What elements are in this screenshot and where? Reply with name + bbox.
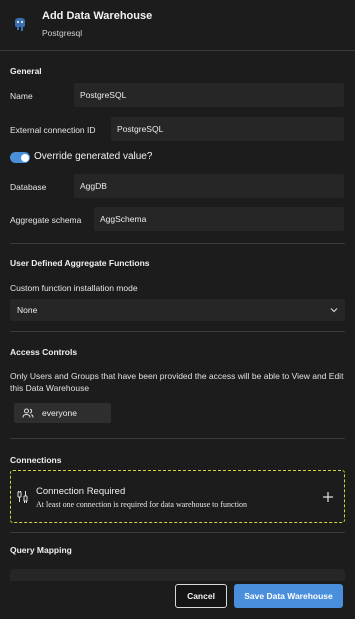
- toggle-knob: [20, 153, 29, 162]
- override-toggle[interactable]: [10, 152, 30, 163]
- external-connection-id-input[interactable]: PostgreSQL: [111, 117, 344, 141]
- connection-required-subtitle: At least one connection is required for …: [36, 500, 248, 509]
- chevron-down-icon: [330, 308, 338, 313]
- access-chip-everyone[interactable]: everyone: [14, 403, 111, 423]
- users-icon: [22, 408, 34, 418]
- external-connection-id-label: External connection ID: [10, 125, 96, 135]
- access-chip-label: everyone: [42, 408, 77, 418]
- query-mapping-section-title: Query Mapping: [10, 545, 72, 555]
- override-label: Override generated value?: [34, 151, 153, 162]
- installation-mode-value: None: [17, 305, 38, 315]
- plug-icon: [17, 491, 28, 503]
- postgresql-logo-icon: [10, 15, 30, 35]
- installation-mode-label: Custom function installation mode: [10, 283, 138, 293]
- section-divider: [10, 438, 345, 439]
- connections-section-title: Connections: [10, 455, 62, 465]
- plus-icon[interactable]: [322, 491, 334, 503]
- installation-mode-select[interactable]: None: [10, 299, 345, 321]
- save-data-warehouse-button[interactable]: Save Data Warehouse: [234, 584, 343, 608]
- access-description: Only Users and Groups that have been pro…: [10, 371, 344, 393]
- section-divider: [10, 331, 345, 332]
- section-divider: [10, 243, 345, 244]
- dialog-subtitle: Postgresql: [42, 28, 83, 38]
- header-divider: [0, 50, 355, 51]
- connection-required-title: Connection Required: [36, 486, 126, 497]
- cancel-button[interactable]: Cancel: [175, 584, 227, 608]
- name-input[interactable]: PostgreSQL: [74, 83, 344, 107]
- aggregate-schema-label: Aggregate schema: [10, 215, 82, 225]
- database-label: Database: [10, 182, 47, 192]
- aggregate-schema-input[interactable]: AggSchema: [94, 207, 344, 231]
- dialog-header: Add Data Warehouse Postgresql: [0, 0, 355, 50]
- section-divider: [10, 532, 345, 533]
- general-section-title: General: [10, 66, 42, 76]
- query-mapping-row[interactable]: [10, 569, 345, 581]
- connection-required-box[interactable]: Connection Required At least one connect…: [10, 470, 345, 523]
- name-label: Name: [10, 91, 33, 101]
- udaf-section-title: User Defined Aggregate Functions: [10, 258, 150, 268]
- database-input[interactable]: AggDB: [74, 174, 344, 198]
- access-controls-section-title: Access Controls: [10, 347, 78, 357]
- dialog-title: Add Data Warehouse: [42, 10, 153, 22]
